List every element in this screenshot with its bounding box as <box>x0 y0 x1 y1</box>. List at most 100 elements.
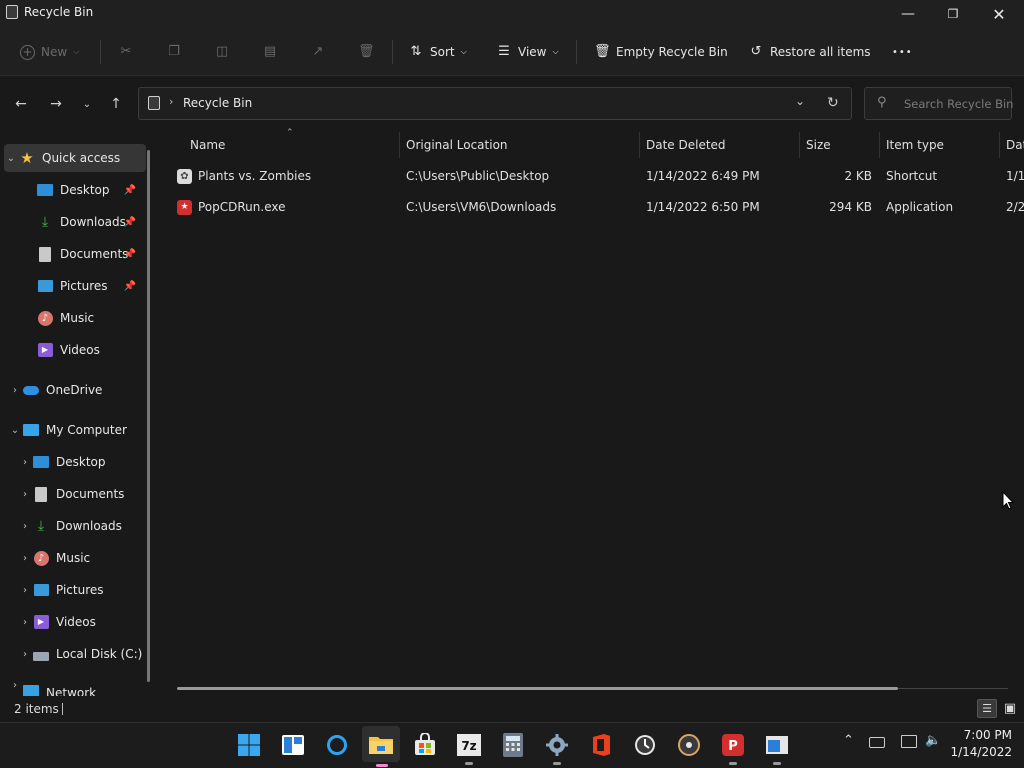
chevron-right-icon: › <box>23 520 27 532</box>
sidebar-item-pc-pictures[interactable]: › Pictures <box>0 576 146 604</box>
taskbar-store[interactable] <box>410 730 440 760</box>
calculator-icon <box>503 733 523 757</box>
restore-button[interactable]: ❐ <box>930 0 976 28</box>
cut-button[interactable]: ✂ <box>118 40 134 64</box>
large-icons-view-button[interactable]: ▣ <box>1000 699 1020 718</box>
taskbar-popcdrun[interactable]: P <box>718 730 748 765</box>
taskbar-calculator[interactable] <box>498 730 528 760</box>
widgets-icon <box>282 735 304 755</box>
taskbar-file-explorer[interactable] <box>362 726 400 767</box>
mouse-cursor-icon <box>1002 491 1014 510</box>
taskbar-cortana[interactable] <box>322 730 352 760</box>
column-header-name[interactable]: Name <box>190 136 225 154</box>
recent-locations-button[interactable]: ⌄ <box>77 94 97 114</box>
column-header-date-deleted[interactable]: Date Deleted <box>646 136 726 154</box>
taskbar-office[interactable] <box>586 730 616 760</box>
taskbar-7zip[interactable]: 7z <box>454 730 484 765</box>
file-type: Application <box>886 200 954 214</box>
back-button[interactable]: ← <box>11 94 31 114</box>
running-indicator <box>773 762 781 765</box>
pictures-icon <box>36 278 54 294</box>
taskbar-media-player[interactable] <box>674 730 704 760</box>
sidebar-scrollbar[interactable] <box>147 150 150 682</box>
chevron-down-icon: ⌵ <box>73 47 80 56</box>
up-button[interactable]: ↑ <box>106 94 126 114</box>
restore-all-button[interactable]: ↺ Restore all items <box>748 40 871 64</box>
sidebar-label: Quick access <box>42 151 121 165</box>
search-placeholder: Search Recycle Bin <box>904 97 1014 111</box>
paste-button[interactable]: ◫ <box>214 40 230 64</box>
new-label: New <box>41 45 68 59</box>
sidebar-item-videos[interactable]: ▶ Videos <box>0 336 146 364</box>
copy-button[interactable]: ❐ <box>166 40 182 64</box>
table-row[interactable]: ★ PopCDRun.exe C:\Users\VM6\Downloads 1/… <box>170 194 1024 222</box>
empty-recycle-bin-button[interactable]: 🗑 Empty Recycle Bin <box>594 40 728 64</box>
column-header-item-type[interactable]: Item type <box>886 136 944 154</box>
close-button[interactable]: ✕ <box>976 0 1022 28</box>
delete-button[interactable]: 🗑 <box>358 40 375 64</box>
table-row[interactable]: ✿ Plants vs. Zombies C:\Users\Public\Des… <box>170 163 1024 191</box>
sidebar-item-pc-documents[interactable]: › Documents <box>0 480 146 508</box>
taskbar-widgets[interactable] <box>278 730 308 760</box>
sidebar-item-local-disk[interactable]: › Local Disk (C:) <box>0 640 146 668</box>
refresh-icon[interactable]: ↻ <box>827 95 839 111</box>
alarm-clock-icon <box>635 735 655 755</box>
horizontal-scrollbar[interactable] <box>177 687 898 690</box>
toolbar-separator <box>100 40 101 64</box>
column-divider[interactable] <box>399 132 400 158</box>
address-bar[interactable]: › Recycle Bin ⌄ ↻ <box>138 87 852 120</box>
taskbar-window-app[interactable] <box>762 730 792 765</box>
column-header-size[interactable]: Size <box>806 136 831 154</box>
sidebar-item-pc-desktop[interactable]: › Desktop <box>0 448 146 476</box>
sidebar-item-my-computer[interactable]: ⌄ My Computer <box>0 416 146 444</box>
sidebar-item-music[interactable]: ♪ Music <box>0 304 146 332</box>
column-divider[interactable] <box>799 132 800 158</box>
sort-button[interactable]: ⇅ Sort ⌵ <box>408 40 467 64</box>
sidebar-item-documents[interactable]: Documents 📌 <box>0 240 146 268</box>
sidebar-item-pc-downloads[interactable]: › ⤓ Downloads <box>0 512 146 540</box>
sidebar-label: Documents <box>56 487 125 501</box>
breadcrumb-recycle-bin[interactable]: Recycle Bin <box>183 96 252 110</box>
sidebar-label: Network <box>46 686 97 696</box>
column-divider[interactable] <box>639 132 640 158</box>
column-label: Name <box>190 138 226 152</box>
column-header-original-location[interactable]: Original Location <box>406 136 508 154</box>
column-label: Date Deleted <box>646 138 726 152</box>
keyboard-icon[interactable] <box>869 737 885 748</box>
sidebar-item-pc-music[interactable]: › ♪ Music <box>0 544 146 572</box>
search-input[interactable]: ⚲ Search Recycle Bin <box>864 87 1014 120</box>
clock-time[interactable]: 7:00 PM <box>950 728 1012 742</box>
minimize-button[interactable]: — <box>885 0 931 28</box>
cortana-icon <box>327 735 347 755</box>
office-icon <box>593 734 610 756</box>
sidebar-item-pc-videos[interactable]: › ▶ Videos <box>0 608 146 636</box>
sidebar-item-quick-access[interactable]: ⌄ ★ Quick access <box>4 144 146 172</box>
more-options-button[interactable]: ••• <box>892 40 913 64</box>
column-divider[interactable] <box>879 132 880 158</box>
sidebar-item-onedrive[interactable]: › OneDrive <box>0 376 146 404</box>
sidebar-item-network[interactable]: › Network <box>0 680 146 696</box>
column-divider[interactable] <box>999 132 1000 158</box>
sidebar-item-downloads[interactable]: ⤓ Downloads 📌 <box>0 208 146 236</box>
taskbar-clock-app[interactable] <box>630 730 660 760</box>
toolbar-separator <box>392 40 393 64</box>
view-button[interactable]: ☰ View ⌵ <box>496 40 558 64</box>
more-options-icon: ••• <box>892 46 913 58</box>
desktop-icon <box>32 454 50 470</box>
sidebar-item-desktop[interactable]: Desktop 📌 <box>0 176 146 204</box>
taskbar-settings[interactable] <box>542 730 572 765</box>
share-button[interactable]: ↗ <box>310 40 326 64</box>
details-view-button[interactable]: ☰ <box>977 699 997 718</box>
show-hidden-icons-button[interactable]: ⌃ <box>843 733 854 748</box>
forward-button[interactable]: → <box>46 94 66 114</box>
windows-logo-icon <box>238 734 260 756</box>
clock-date[interactable]: 1/14/2022 <box>944 745 1012 759</box>
column-header-date-modified[interactable]: Dat <box>1006 136 1024 154</box>
network-status-icon[interactable] <box>901 735 917 748</box>
new-button[interactable]: + New ⌵ <box>20 40 79 64</box>
sidebar-item-pictures[interactable]: Pictures 📌 <box>0 272 146 300</box>
rename-button[interactable]: ▤ <box>262 40 278 64</box>
start-button[interactable] <box>234 730 264 760</box>
volume-icon[interactable]: 🔈 <box>925 733 941 748</box>
pin-icon: 📌 <box>123 280 136 292</box>
